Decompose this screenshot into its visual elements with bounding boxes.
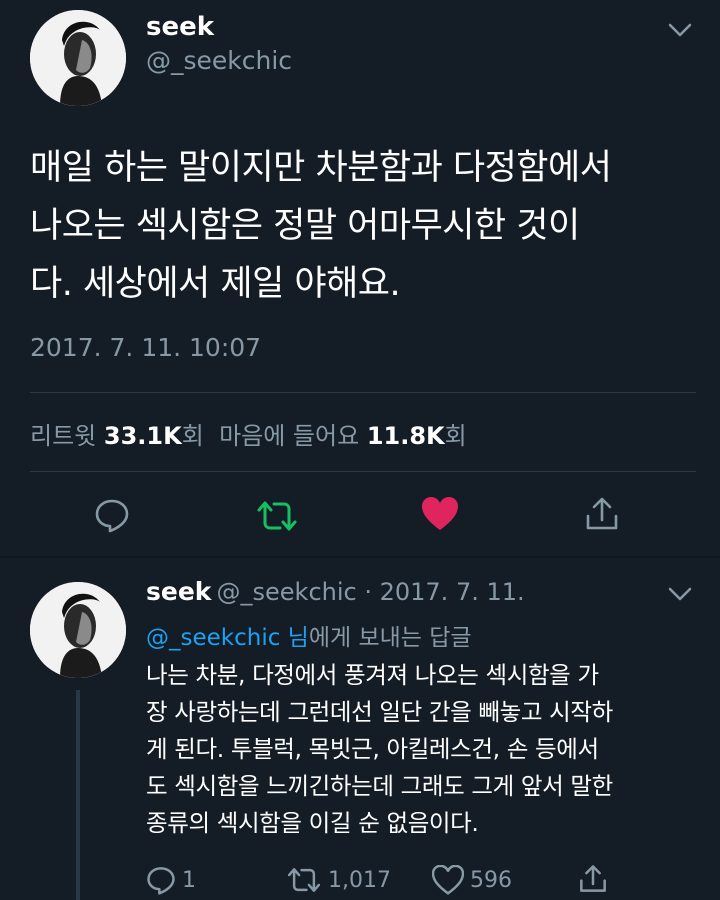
retweet-button[interactable] bbox=[256, 499, 298, 537]
reply-button[interactable] bbox=[94, 497, 130, 537]
tweet-text-line: 나오는 섹시함은 정말 어마무시한 것이 bbox=[30, 206, 580, 246]
reply-to-mention[interactable]: @_seekchic 님 bbox=[146, 625, 309, 651]
share-icon bbox=[580, 865, 606, 892]
author-name[interactable]: seek bbox=[146, 12, 214, 42]
avatar[interactable] bbox=[30, 10, 126, 106]
divider bbox=[30, 392, 696, 393]
chevron-down-icon[interactable] bbox=[668, 22, 692, 42]
reply-text-line: 게 된다. 투블럭, 목빗근, 아킬레스건, 손 등에서 bbox=[146, 735, 599, 763]
reply-like-button[interactable]: 596 bbox=[432, 865, 512, 895]
reply-to-suffix: 에게 보내는 답글 bbox=[308, 625, 472, 651]
heart-icon bbox=[432, 865, 464, 895]
tweet-timestamp[interactable]: 2017. 7. 11. 10:07 bbox=[30, 333, 261, 362]
reply-retweet-button[interactable]: 1,017 bbox=[286, 866, 391, 894]
like-count[interactable]: 11.8K bbox=[367, 422, 445, 450]
reply-retweet-count: 1,017 bbox=[328, 867, 391, 893]
tweet-text-line: 다. 세상에서 제일 야해요. bbox=[30, 264, 401, 304]
chevron-down-icon[interactable] bbox=[668, 586, 692, 606]
tweet-text: 매일 하는 말이지만 차분함과 다정함에서 나오는 섹시함은 정말 어마무시한 … bbox=[30, 139, 710, 313]
divider bbox=[30, 471, 696, 472]
like-stats-label[interactable]: 마음에 들어요 bbox=[219, 422, 359, 450]
divider bbox=[0, 556, 720, 558]
reply-like-count: 596 bbox=[470, 867, 512, 893]
reply-reply-button[interactable]: 1 bbox=[146, 865, 196, 895]
share-button[interactable] bbox=[584, 496, 620, 536]
reply-handle-date[interactable]: @_seekchic · 2017. 7. 11. bbox=[217, 578, 525, 606]
reply-icon bbox=[147, 867, 175, 895]
retweet-stats-label[interactable]: 리트윗 bbox=[30, 422, 96, 450]
retweet-count[interactable]: 33.1K bbox=[104, 422, 182, 450]
heart-icon bbox=[422, 497, 458, 530]
share-icon bbox=[586, 497, 618, 530]
retweet-icon bbox=[287, 868, 321, 892]
thread-line bbox=[76, 690, 80, 900]
reply-count: 1 bbox=[182, 867, 196, 893]
reply-text: 나는 차분, 다정에서 풍겨져 나오는 섹시함을 가 장 사랑하는데 그런데선 … bbox=[146, 657, 706, 842]
reply-icon bbox=[95, 499, 129, 533]
author-handle[interactable]: @_seekchic bbox=[146, 46, 292, 75]
reply-text-line: 나는 차분, 다정에서 풍겨져 나오는 섹시함을 가 bbox=[146, 661, 599, 689]
engagement-stats: 리트윗 33.1K회 마음에 들어요 11.8K회 bbox=[30, 416, 467, 451]
like-button[interactable] bbox=[421, 496, 459, 536]
reply-text-line: 장 사랑하는데 그런데선 일단 간을 빼놓고 시작하 bbox=[146, 698, 613, 726]
replying-to: @_seekchic 님에게 보내는 답글 bbox=[146, 618, 472, 652]
reply-author-name[interactable]: seek bbox=[146, 577, 211, 606]
reply-share-button[interactable] bbox=[578, 864, 608, 898]
retweet-icon bbox=[257, 501, 297, 531]
tweet-text-line: 매일 하는 말이지만 차분함과 다정함에서 bbox=[30, 148, 612, 188]
reply-avatar[interactable] bbox=[30, 582, 126, 678]
reply-header: seek @_seekchic · 2017. 7. 11. bbox=[146, 577, 525, 606]
retweet-count-suffix: 회 bbox=[181, 422, 204, 450]
reply-text-line: 종류의 섹시함을 이길 순 없음이다. bbox=[146, 809, 479, 837]
reply-text-line: 도 섹시함을 느끼긴하는데 그래도 그게 앞서 말한 bbox=[146, 772, 613, 800]
like-count-suffix: 회 bbox=[444, 422, 467, 450]
